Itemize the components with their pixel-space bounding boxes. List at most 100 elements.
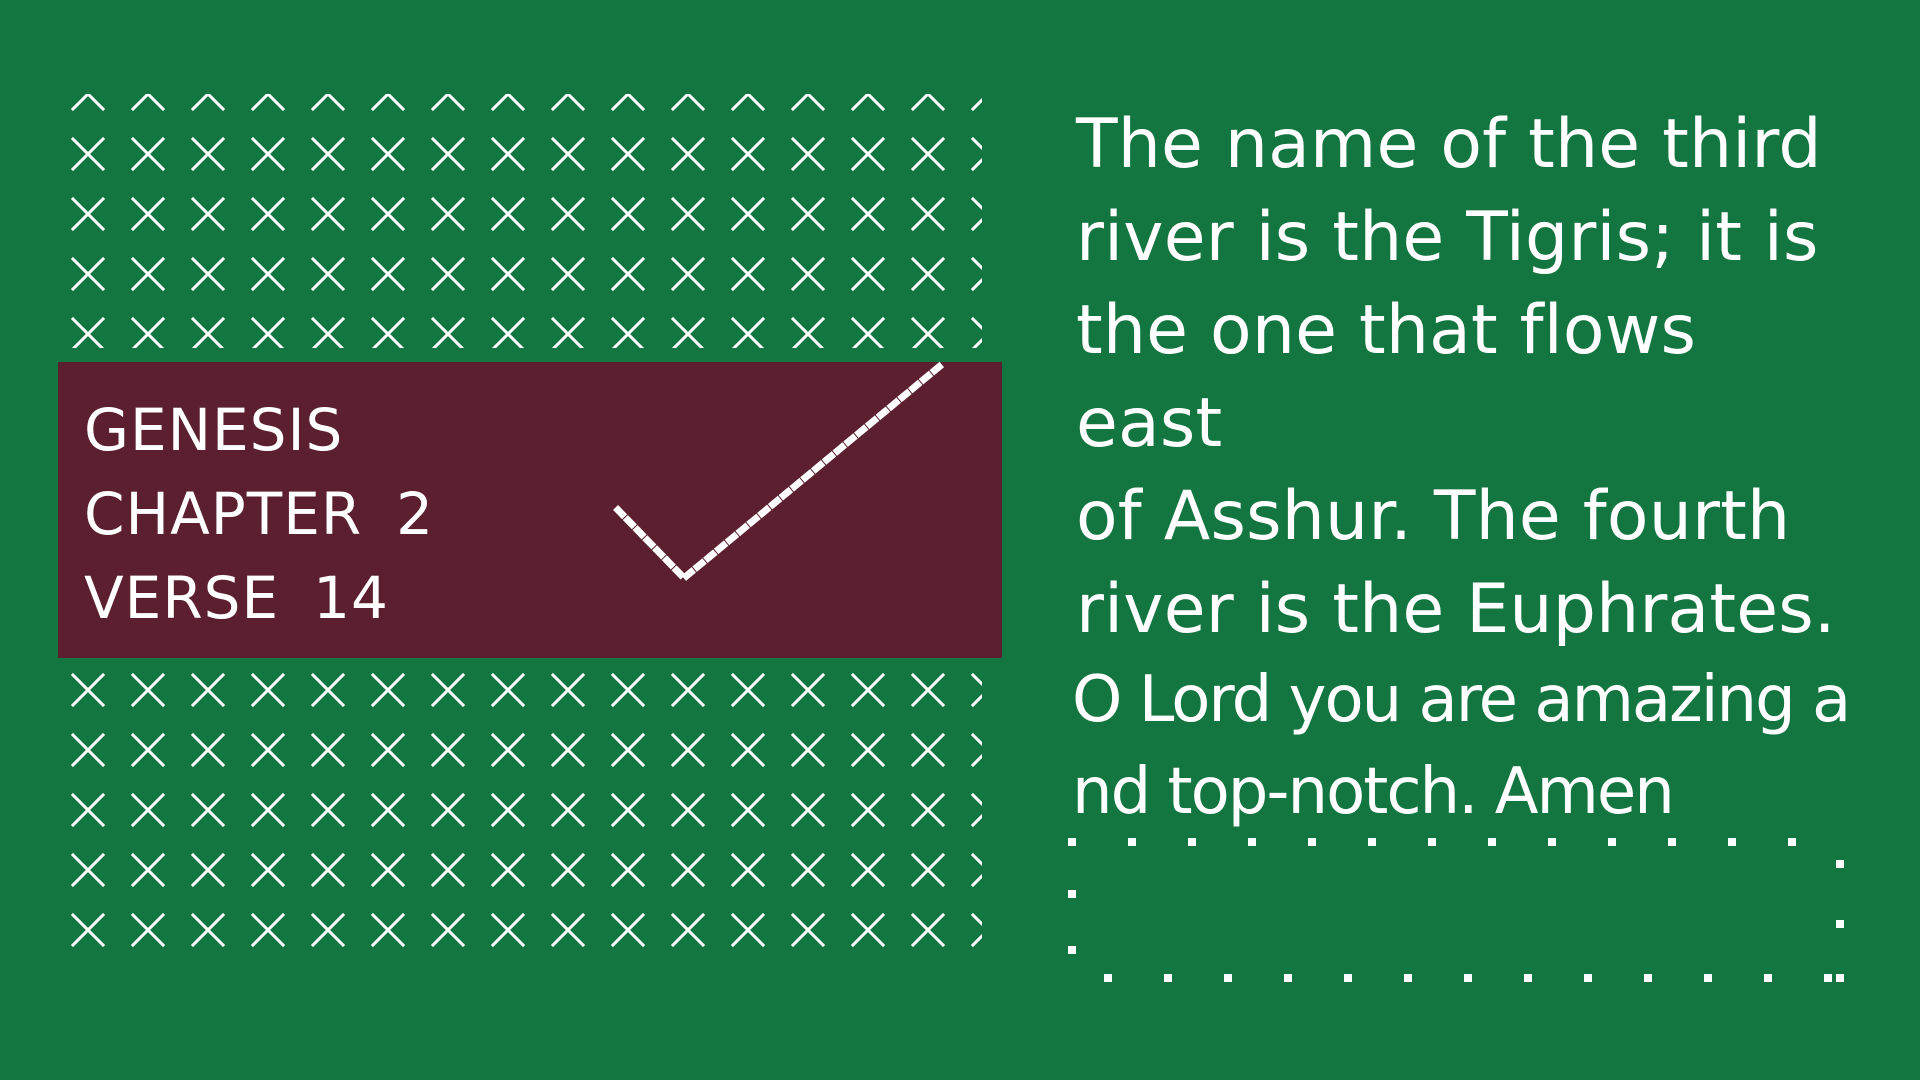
x-pattern-icon <box>70 94 982 348</box>
x-mark-icon <box>550 196 586 232</box>
x-mark-icon <box>670 852 706 888</box>
x-mark-icon <box>850 852 886 888</box>
x-mark-icon <box>670 136 706 172</box>
x-mark-icon <box>610 196 646 232</box>
x-mark-icon <box>430 732 466 768</box>
frame-dot <box>1824 974 1832 982</box>
x-mark-icon <box>970 912 982 948</box>
frame-dot <box>1068 890 1076 898</box>
x-mark-icon <box>70 792 106 828</box>
x-mark-icon <box>850 672 886 708</box>
frame-dot <box>1836 920 1844 928</box>
prayer-text: O Lord you are amazing a nd top-notch. A… <box>1072 654 1862 838</box>
x-mark-icon <box>910 316 946 348</box>
x-mark-icon <box>490 316 526 348</box>
frame-dot <box>1464 974 1472 982</box>
x-mark-icon <box>850 912 886 948</box>
x-mark-icon <box>250 732 286 768</box>
x-mark-icon <box>130 792 166 828</box>
x-mark-icon <box>730 256 766 292</box>
x-mark-icon <box>370 316 406 348</box>
x-mark-icon <box>850 792 886 828</box>
x-mark-icon <box>490 852 526 888</box>
prayer-line-1: O Lord you are amazing a <box>1072 663 1851 737</box>
x-mark-icon <box>850 196 886 232</box>
x-mark-icon <box>430 94 466 112</box>
frame-dot <box>1308 838 1316 846</box>
x-mark-icon <box>970 732 982 768</box>
x-mark-icon <box>910 792 946 828</box>
x-mark-icon <box>550 912 586 948</box>
x-mark-icon <box>70 136 106 172</box>
x-mark-icon <box>550 732 586 768</box>
x-mark-icon <box>910 196 946 232</box>
frame-dot <box>1704 974 1712 982</box>
x-mark-icon <box>430 852 466 888</box>
top-x-pattern <box>70 94 982 348</box>
x-mark-icon <box>850 94 886 112</box>
x-mark-icon <box>730 792 766 828</box>
bottom-x-pattern <box>70 666 982 976</box>
x-mark-icon <box>550 792 586 828</box>
x-mark-icon <box>310 792 346 828</box>
x-mark-icon <box>130 316 166 348</box>
x-mark-icon <box>970 256 982 292</box>
chapter-line: CHAPTER 2 <box>84 472 434 556</box>
frame-dot <box>1836 860 1844 868</box>
x-mark-icon <box>790 792 826 828</box>
x-mark-icon <box>310 852 346 888</box>
reference-panel: GENESIS CHAPTER 2 VERSE 14 <box>58 361 1002 658</box>
verse-line-5: river is the Euphrates. <box>1076 570 1836 649</box>
frame-dot <box>1068 838 1076 846</box>
x-mark-icon <box>190 792 226 828</box>
x-mark-icon <box>970 136 982 172</box>
frame-dot <box>1548 838 1556 846</box>
x-mark-icon <box>430 316 466 348</box>
x-mark-icon <box>610 912 646 948</box>
x-mark-icon <box>610 316 646 348</box>
x-mark-icon <box>790 732 826 768</box>
frame-dot <box>1788 838 1796 846</box>
x-mark-icon <box>250 912 286 948</box>
x-mark-icon <box>730 672 766 708</box>
x-mark-icon <box>430 912 466 948</box>
frame-dot <box>1404 974 1412 982</box>
x-mark-icon <box>490 732 526 768</box>
verse-line-4: of Asshur. The fourth <box>1076 477 1791 556</box>
x-mark-icon <box>130 732 166 768</box>
chapter-number: 2 <box>396 480 435 548</box>
x-mark-icon <box>550 136 586 172</box>
x-mark-icon <box>790 852 826 888</box>
book-line: GENESIS <box>84 388 434 472</box>
x-mark-icon <box>610 852 646 888</box>
x-mark-icon <box>970 196 982 232</box>
x-mark-icon <box>70 316 106 348</box>
x-mark-icon <box>910 256 946 292</box>
x-mark-icon <box>370 256 406 292</box>
x-mark-icon <box>550 94 586 112</box>
frame-dot <box>1668 838 1676 846</box>
x-mark-icon <box>490 672 526 708</box>
x-mark-icon <box>250 94 286 112</box>
x-mark-icon <box>490 94 526 112</box>
x-mark-icon <box>550 672 586 708</box>
x-mark-icon <box>670 256 706 292</box>
frame-dot <box>1128 838 1136 846</box>
x-mark-icon <box>250 672 286 708</box>
verse-line-1: The name of the third <box>1076 105 1822 184</box>
x-mark-icon <box>310 912 346 948</box>
verse-text: The name of the third river is the Tigri… <box>1076 98 1856 656</box>
x-mark-icon <box>550 852 586 888</box>
x-mark-icon <box>610 792 646 828</box>
x-mark-icon <box>370 792 406 828</box>
frame-dot <box>1764 974 1772 982</box>
x-mark-icon <box>250 256 286 292</box>
x-mark-icon <box>490 256 526 292</box>
x-mark-icon <box>550 256 586 292</box>
x-mark-icon <box>730 732 766 768</box>
x-mark-icon <box>250 136 286 172</box>
x-mark-icon <box>190 196 226 232</box>
x-mark-icon <box>970 852 982 888</box>
x-mark-icon <box>970 672 982 708</box>
x-mark-icon <box>430 672 466 708</box>
